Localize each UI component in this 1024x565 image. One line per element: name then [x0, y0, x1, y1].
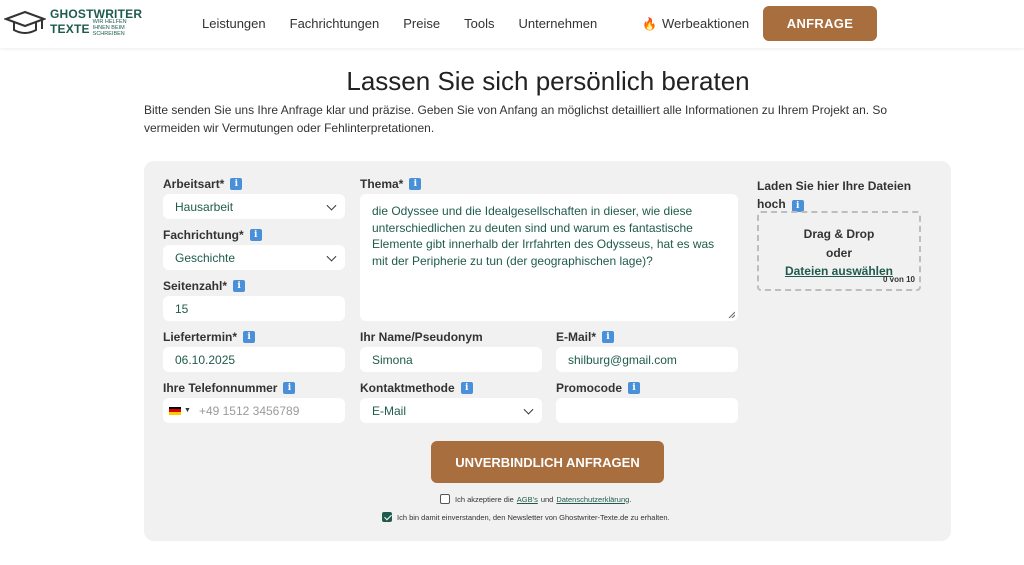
- consent-newsletter-row: Ich bin damit einverstanden, den Newslet…: [382, 512, 670, 522]
- logo-tagline: WIR HELFEN IHNEN BEIM SCHREIBEN: [92, 19, 127, 37]
- nav-preise[interactable]: Preise: [403, 16, 440, 31]
- info-icon[interactable]: i: [233, 280, 246, 292]
- promocode-label-text: Promocode: [556, 381, 623, 395]
- arbeitsart-value: Hausarbeit: [175, 199, 234, 214]
- fachrichtung-select[interactable]: Geschichte: [163, 245, 345, 270]
- consent-agb-text: Ich akzeptiere die: [455, 494, 514, 504]
- nav-leistungen[interactable]: Leistungen: [202, 16, 266, 31]
- thema-label: Thema* i: [360, 177, 422, 191]
- liefertermin-input[interactable]: 06.10.2025: [163, 347, 345, 372]
- datenschutz-link[interactable]: Datenschutzerklärung: [556, 495, 629, 504]
- info-icon[interactable]: i: [602, 331, 615, 343]
- info-icon[interactable]: i: [243, 331, 256, 343]
- telefon-placeholder: +49 1512 3456789: [198, 403, 300, 418]
- upload-label-text: Laden Sie hier Ihre Dateien hoch: [757, 179, 912, 211]
- arbeitsart-select[interactable]: Hausarbeit: [163, 194, 345, 219]
- info-icon[interactable]: i: [628, 382, 641, 394]
- seitenzahl-input[interactable]: 15: [163, 296, 345, 321]
- agb-link[interactable]: AGB's: [517, 495, 538, 504]
- promo-label: Werbeaktionen: [661, 16, 750, 31]
- arbeitsart-label-text: Arbeitsart*: [163, 177, 225, 191]
- main-nav: Leistungen Fachrichtungen Preise Tools U…: [202, 16, 621, 31]
- email-input[interactable]: shilburg@gmail.com: [556, 347, 738, 372]
- chevron-down-icon: [326, 200, 337, 211]
- newsletter-checkbox[interactable]: [382, 512, 392, 522]
- fachrichtung-label-text: Fachrichtung*: [163, 228, 244, 242]
- submit-inquiry-button[interactable]: UNVERBINDLICH ANFRAGEN: [431, 441, 664, 483]
- promocode-label: Promocode i: [556, 381, 641, 395]
- chevron-down-icon: [326, 251, 337, 262]
- email-label-text: E-Mail*: [556, 330, 597, 344]
- resize-handle-icon[interactable]: [728, 311, 735, 318]
- logo[interactable]: GHOSTWRITER TEXTE WIR HELFEN IHNEN BEIM …: [4, 8, 145, 37]
- nav-unternehmen[interactable]: Unternehmen: [518, 16, 597, 31]
- fachrichtung-value: Geschichte: [175, 250, 236, 265]
- email-value: shilburg@gmail.com: [568, 352, 677, 367]
- telefon-label-text: Ihre Telefonnummer: [163, 381, 278, 395]
- fire-icon: 🔥: [642, 16, 657, 31]
- consent-agb-row: Ich akzeptiere die AGB's und Datenschutz…: [440, 494, 631, 504]
- logo-text-secondary: TEXTE: [50, 21, 90, 36]
- liefertermin-value: 06.10.2025: [175, 352, 236, 367]
- consent-agb-and: und: [540, 494, 554, 504]
- upload-label: Laden Sie hier Ihre Dateien hoch i: [757, 177, 927, 213]
- nav-fachrichtungen[interactable]: Fachrichtungen: [290, 16, 380, 31]
- fachrichtung-label: Fachrichtung* i: [163, 228, 262, 242]
- kontaktmethode-select[interactable]: E-Mail: [360, 398, 542, 423]
- kontaktmethode-label-text: Kontaktmethode: [360, 381, 455, 395]
- anfrage-button[interactable]: ANFRAGE: [763, 6, 877, 41]
- kontaktmethode-label: Kontaktmethode i: [360, 381, 473, 395]
- nav-tools[interactable]: Tools: [464, 16, 494, 31]
- germany-flag-icon[interactable]: [169, 406, 181, 415]
- page-title: Lassen Sie sich persönlich beraten: [346, 66, 750, 96]
- file-dropzone[interactable]: Drag & Drop oder Dateien auswählen 0 von…: [757, 211, 921, 291]
- file-count: 0 von 10: [882, 275, 915, 284]
- liefertermin-label-text: Liefertermin*: [163, 330, 238, 344]
- name-input[interactable]: Simona: [360, 347, 542, 372]
- site-header: GHOSTWRITER TEXTE WIR HELFEN IHNEN BEIM …: [0, 0, 1024, 48]
- info-icon[interactable]: i: [460, 382, 473, 394]
- kontaktmethode-value: E-Mail: [372, 403, 407, 418]
- agb-checkbox[interactable]: [440, 494, 450, 504]
- thema-textarea[interactable]: die Odyssee und die Idealgesellschaften …: [360, 194, 738, 321]
- chevron-down-icon: [523, 404, 534, 415]
- liefertermin-label: Liefertermin* i: [163, 330, 256, 344]
- name-label-text: Ihr Name/Pseudonym: [360, 330, 483, 344]
- consent-agb-period: .: [629, 494, 632, 504]
- seitenzahl-label-text: Seitenzahl*: [163, 279, 228, 293]
- seitenzahl-label: Seitenzahl* i: [163, 279, 246, 293]
- promocode-input[interactable]: [556, 398, 738, 423]
- consent-newsletter-text: Ich bin damit einverstanden, den Newslet…: [397, 512, 670, 522]
- seitenzahl-value: 15: [175, 301, 189, 316]
- nav-werbeaktionen[interactable]: 🔥 Werbeaktionen: [642, 16, 749, 31]
- info-icon[interactable]: i: [249, 229, 262, 241]
- arbeitsart-label: Arbeitsart* i: [163, 177, 243, 191]
- dropzone-or: oder: [825, 246, 852, 260]
- info-icon[interactable]: i: [283, 382, 296, 394]
- thema-label-text: Thema*: [360, 177, 404, 191]
- name-label: Ihr Name/Pseudonym: [360, 330, 483, 344]
- caret-down-icon: ▼: [184, 407, 191, 414]
- info-icon[interactable]: i: [230, 178, 243, 190]
- graduation-cap-icon: [4, 10, 46, 34]
- thema-value: die Odyssee und die Idealgesellschaften …: [372, 204, 715, 268]
- name-value: Simona: [372, 352, 413, 367]
- dropzone-title: Drag & Drop: [803, 227, 875, 241]
- telefon-label: Ihre Telefonnummer i: [163, 381, 296, 395]
- telefon-input[interactable]: ▼ +49 1512 3456789: [163, 398, 345, 423]
- email-label: E-Mail* i: [556, 330, 615, 344]
- info-icon[interactable]: i: [409, 178, 422, 190]
- intro-text: Bitte senden Sie uns Ihre Anfrage klar u…: [144, 103, 888, 135]
